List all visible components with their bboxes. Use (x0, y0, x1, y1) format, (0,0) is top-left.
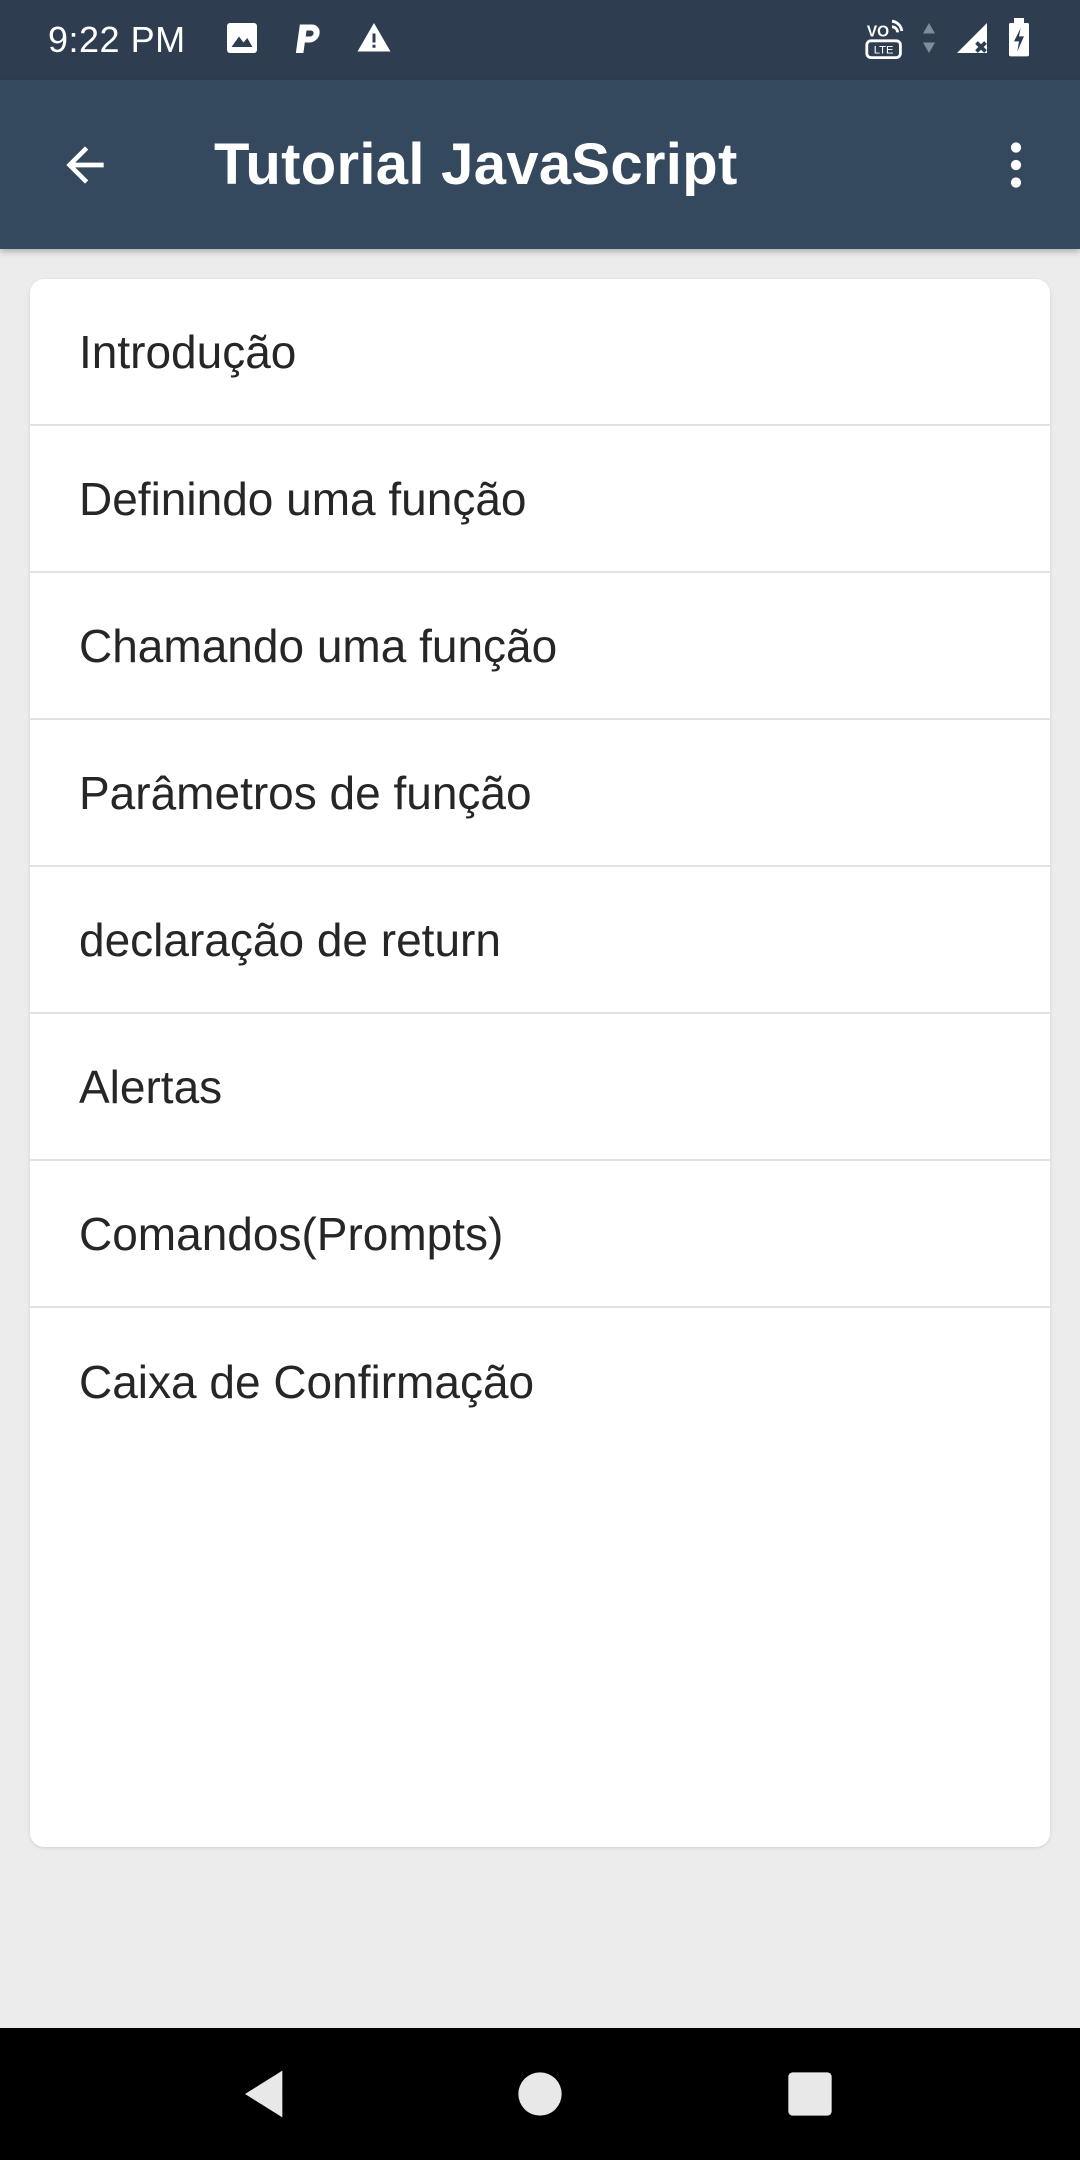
nav-recents-button[interactable] (760, 2044, 860, 2144)
topic-item[interactable]: declaração de return (30, 867, 1050, 1014)
back-button[interactable] (40, 120, 130, 210)
topic-item[interactable]: Chamando uma função (30, 573, 1050, 720)
topics-card: Introdução Definindo uma função Chamando… (30, 279, 1050, 1847)
topic-label: Comandos(Prompts) (79, 1207, 504, 1260)
volte-icon: LTE VO (864, 15, 906, 66)
topic-item[interactable]: Alertas (30, 1014, 1050, 1161)
data-arrows-icon (920, 20, 938, 61)
more-vert-icon (1010, 141, 1022, 188)
svg-text:VO: VO (867, 23, 889, 40)
topic-label: Chamando uma função (79, 619, 558, 672)
status-time: 9:22 PM (48, 19, 186, 60)
notification-icons (224, 20, 392, 61)
p-icon (290, 20, 326, 61)
warning-icon (356, 20, 392, 61)
topic-label: Alertas (79, 1060, 223, 1113)
nav-recents-icon (788, 2072, 832, 2116)
topic-label: Introdução (79, 325, 297, 378)
image-icon (224, 20, 260, 61)
app-bar: Tutorial JavaScript (0, 80, 1080, 249)
topic-item[interactable]: Definindo uma função (30, 426, 1050, 573)
topic-item[interactable]: Comandos(Prompts) (30, 1161, 1050, 1308)
more-options-button[interactable] (976, 120, 1056, 210)
nav-home-icon (518, 2072, 562, 2116)
topic-label: Parâmetros de função (79, 766, 532, 819)
signal-icon (952, 20, 992, 61)
status-bar: 9:22 PM LTE VO (0, 0, 1080, 80)
nav-back-icon (245, 2070, 283, 2118)
topic-label: declaração de return (79, 913, 501, 966)
system-icons: LTE VO (864, 15, 1032, 66)
topic-item[interactable]: Introdução (30, 279, 1050, 426)
battery-icon (1006, 17, 1032, 63)
topic-label: Caixa de Confirmação (79, 1355, 535, 1408)
nav-home-button[interactable] (490, 2044, 590, 2144)
topic-label: Definindo uma função (79, 472, 527, 525)
page-title: Tutorial JavaScript (214, 132, 738, 197)
svg-text:LTE: LTE (874, 44, 894, 56)
nav-back-button[interactable] (216, 2044, 316, 2144)
topic-item[interactable]: Caixa de Confirmação (30, 1308, 1050, 1455)
topic-item[interactable]: Parâmetros de função (30, 720, 1050, 867)
back-arrow-icon (66, 145, 104, 184)
navigation-bar (0, 2028, 1080, 2160)
